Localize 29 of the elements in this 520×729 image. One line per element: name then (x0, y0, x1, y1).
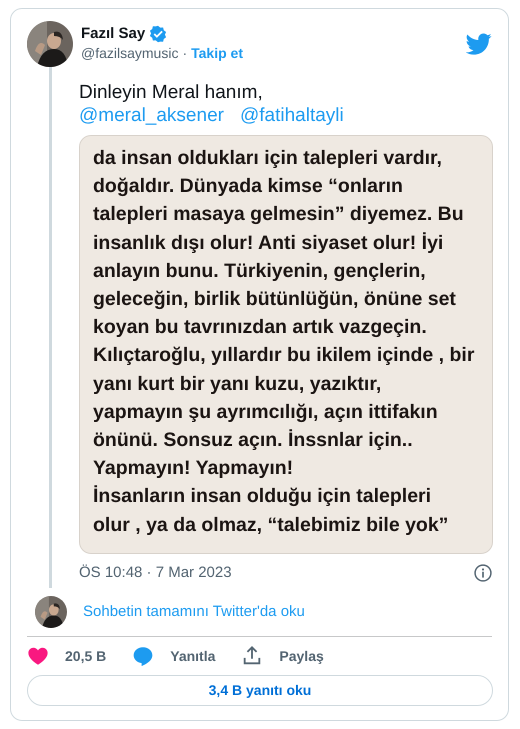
note-line: da insan oldukları için talepleri vardır, (93, 146, 442, 171)
share-button[interactable]: Paylaş (279, 646, 324, 667)
separator: · (182, 44, 188, 62)
note-line: önünü. Sonsuz açın. İnssnlar için.. (93, 428, 413, 454)
note-line: İnsanların insan olduğu için talepleri (93, 484, 432, 510)
note-line: geleceğin, birlik bütünlüğün, önüne set (93, 287, 456, 312)
note-line: doğaldır. Dünyada kimse “onların (93, 174, 403, 200)
share-icon[interactable] (241, 645, 264, 668)
heart-icon[interactable] (27, 645, 49, 668)
reply-button[interactable]: Yanıtla (170, 646, 216, 667)
bird-logo-icon[interactable] (466, 31, 492, 57)
tweet-text: Dinleyin Meral hanım, (79, 81, 264, 104)
note-line: yanı kurt bir yanı kuzu, yazıktır, (93, 372, 382, 397)
author-handle[interactable]: @fazilsaymusic (81, 42, 178, 64)
info-icon[interactable] (473, 563, 493, 584)
note-line: talepleri masaya gelmesin” diyemez. Bu (93, 202, 464, 228)
read-replies-button[interactable]: 3,4 B yanıtı oku (27, 675, 493, 706)
note-line: Kılıçtaroğlu, yıllardır bu ikilem içinde , bir (93, 343, 474, 368)
note-line: yapmayın şu ayrımcılığı, açın ittifakın (93, 400, 438, 425)
note-line: Yapmayın! Yapmayın! (93, 456, 294, 482)
note-line: anlayın bunu. Türkiyenin, gençlerin, (93, 258, 426, 284)
author-name[interactable]: Fazıl Say (81, 24, 146, 42)
like-button[interactable]: 20,5 B (65, 646, 106, 667)
timestamp[interactable]: ÖS 10:48 · 7 Mar 2023 (79, 562, 232, 584)
speech-bubble-icon[interactable] (132, 645, 154, 668)
note-line: insanlık dışı olur! Anti siyaset olur! İyi (93, 230, 444, 256)
note-image[interactable] (79, 135, 493, 554)
note-line: koyan bu tavrınızdan artık vazgeçin. (93, 315, 427, 340)
note-line: olur , ya da olmaz, “talebimiz bile yok” (93, 512, 448, 538)
